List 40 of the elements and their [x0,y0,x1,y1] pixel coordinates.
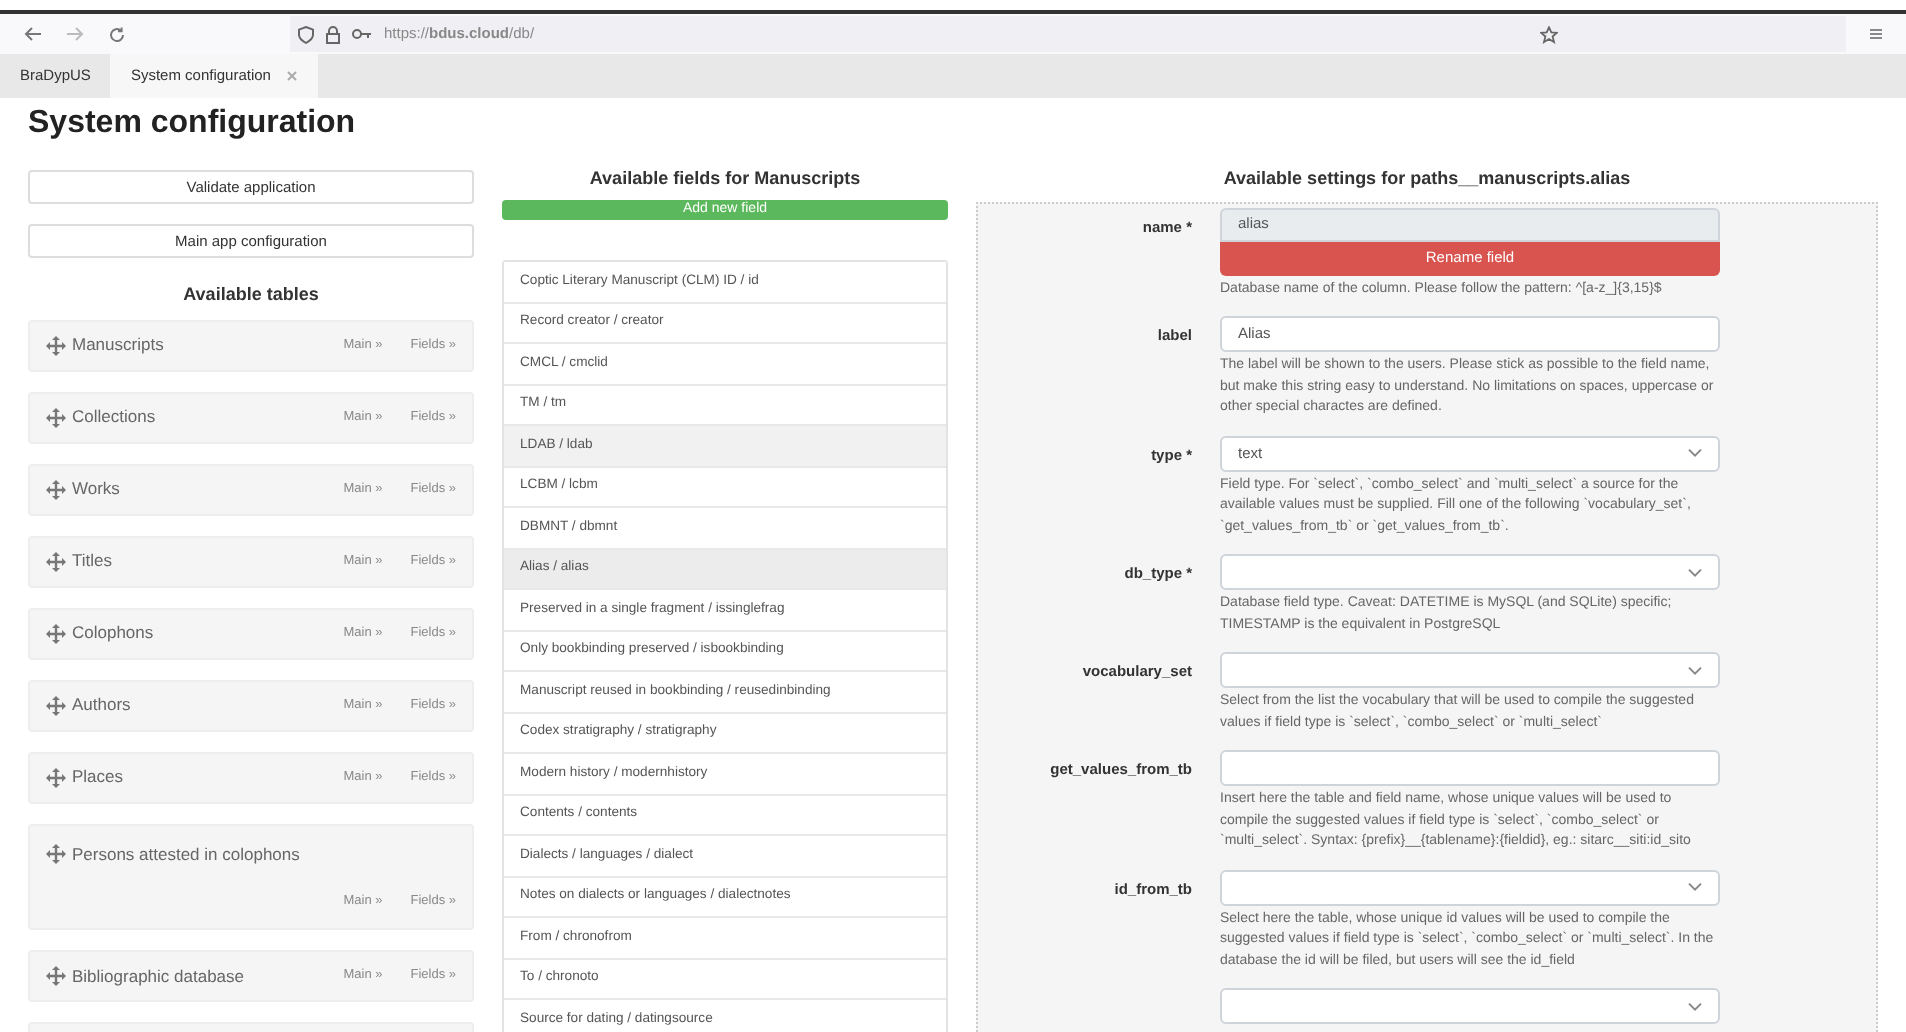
table-name: Places [72,764,124,790]
lock-icon [326,25,340,43]
chevron-down-icon [1688,665,1702,675]
shield-icon [298,25,314,43]
key-icon [352,28,372,40]
menu-icon[interactable] [1870,28,1882,40]
close-icon[interactable] [286,70,299,82]
move-icon[interactable] [46,623,66,643]
move-icon[interactable] [46,551,66,571]
section-heading: Available settings for paths__manuscripts.alias [1223,166,1631,192]
table-name: Manuscripts [72,332,164,358]
table-name: Collections [72,404,156,430]
chevron-down-icon [1688,567,1702,577]
move-icon[interactable] [46,966,66,986]
move-icon[interactable] [46,695,66,715]
reload-icon[interactable] [108,25,126,43]
select-field[interactable] [1220,988,1720,1024]
select-field[interactable] [1220,554,1720,590]
table-name: Works [72,476,120,502]
table-name: Authors [72,692,131,718]
section-heading: Available tables [183,282,319,308]
move-icon[interactable] [46,479,66,499]
move-icon[interactable] [46,407,66,427]
move-icon[interactable] [46,335,66,355]
table-name: Persons attested in colophons [72,841,300,867]
chevron-down-icon [1688,1001,1702,1011]
table-name: Titles [72,548,112,574]
move-icon[interactable] [46,843,66,864]
table-name: Bibliographic database [72,963,245,989]
table-name: Colophons [72,620,154,646]
back-icon[interactable] [24,26,42,42]
chevron-down-icon [1688,882,1702,892]
section-heading: Available fields for Manuscripts [589,166,861,192]
move-icon[interactable] [46,767,66,787]
page-title: System configuration [28,104,358,144]
input-field[interactable] [1220,750,1720,786]
star-icon[interactable] [1540,25,1558,43]
chevron-down-icon [1688,448,1702,458]
select-field[interactable] [1220,869,1720,905]
select-field[interactable] [1220,652,1720,688]
